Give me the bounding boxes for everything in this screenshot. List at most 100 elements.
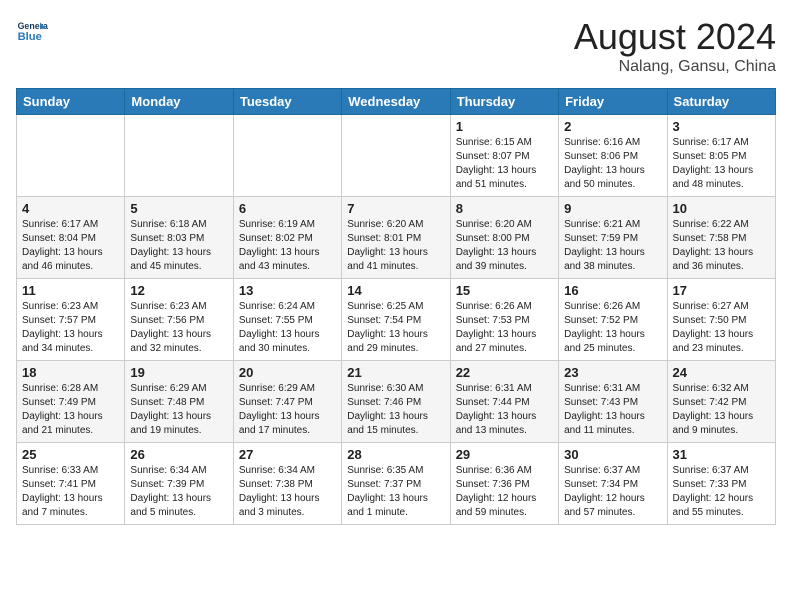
day-number: 13 (239, 283, 336, 298)
week-row-1: 1 Sunrise: 6:15 AM Sunset: 8:07 PM Daylig… (17, 115, 776, 197)
weekday-header-thursday: Thursday (450, 89, 558, 115)
day-number: 5 (130, 201, 227, 216)
day-number: 9 (564, 201, 661, 216)
svg-text:Blue: Blue (18, 31, 42, 43)
weekday-header-tuesday: Tuesday (233, 89, 341, 115)
calendar-cell (17, 115, 125, 197)
day-number: 31 (673, 447, 770, 462)
day-info: Sunrise: 6:29 AM Sunset: 7:47 PM Dayligh… (239, 382, 336, 438)
calendar-cell: 5 Sunrise: 6:18 AM Sunset: 8:03 PM Daylig… (125, 197, 233, 279)
calendar-cell: 9 Sunrise: 6:21 AM Sunset: 7:59 PM Daylig… (559, 197, 667, 279)
day-info: Sunrise: 6:20 AM Sunset: 8:01 PM Dayligh… (347, 218, 444, 274)
day-number: 15 (456, 283, 553, 298)
week-row-4: 18Sunrise: 6:28 AM Sunset: 7:49 PM Dayli… (17, 361, 776, 443)
calendar-cell: 27 Sunrise: 6:34 AM Sunset: 7:38 PM Dayli… (233, 443, 341, 525)
day-info: Sunrise: 6:34 AM Sunset: 7:38 PM Dayligh… (239, 464, 336, 520)
calendar-cell: 30 Sunrise: 6:37 AM Sunset: 7:34 PM Dayli… (559, 443, 667, 525)
day-info: Sunrise: 6:30 AM Sunset: 7:46 PM Dayligh… (347, 382, 444, 438)
calendar-cell: 17 Sunrise: 6:27 AM Sunset: 7:50 PM Dayli… (667, 279, 775, 361)
calendar-cell: 4 Sunrise: 6:17 AM Sunset: 8:04 PM Daylig… (17, 197, 125, 279)
day-info: Sunrise: 6:34 AM Sunset: 7:39 PM Dayligh… (130, 464, 227, 520)
day-number: 7 (347, 201, 444, 216)
weekday-header-monday: Monday (125, 89, 233, 115)
calendar-cell: 24 Sunrise: 6:32 AM Sunset: 7:42 PM Dayli… (667, 361, 775, 443)
calendar-cell: 12 Sunrise: 6:23 AM Sunset: 7:56 PM Dayli… (125, 279, 233, 361)
calendar-cell: 28 Sunrise: 6:35 AM Sunset: 7:37 PM Dayli… (342, 443, 450, 525)
day-info: Sunrise: 6:32 AM Sunset: 7:42 PM Dayligh… (673, 382, 770, 438)
weekday-header-sunday: Sunday (17, 89, 125, 115)
day-number: 27 (239, 447, 336, 462)
day-info: Sunrise: 6:35 AM Sunset: 7:37 PM Dayligh… (347, 464, 444, 520)
weekday-header-row: SundayMondayTuesdayWednesdayThursdayFrid… (17, 89, 776, 115)
day-info: Sunrise: 6:37 AM Sunset: 7:34 PM Dayligh… (564, 464, 661, 520)
day-info: Sunrise: 6:27 AM Sunset: 7:50 PM Dayligh… (673, 300, 770, 356)
calendar: SundayMondayTuesdayWednesdayThursdayFrid… (16, 88, 776, 525)
day-number: 17 (673, 283, 770, 298)
day-info: Sunrise: 6:33 AM Sunset: 7:41 PM Dayligh… (22, 464, 119, 520)
day-number: 22 (456, 365, 553, 380)
day-number: 20 (239, 365, 336, 380)
day-info: Sunrise: 6:26 AM Sunset: 7:52 PM Dayligh… (564, 300, 661, 356)
week-row-3: 11Sunrise: 6:23 AM Sunset: 7:57 PM Dayli… (17, 279, 776, 361)
calendar-cell (342, 115, 450, 197)
calendar-cell: 22 Sunrise: 6:31 AM Sunset: 7:44 PM Dayli… (450, 361, 558, 443)
calendar-cell: 11Sunrise: 6:23 AM Sunset: 7:57 PM Dayli… (17, 279, 125, 361)
day-number: 19 (130, 365, 227, 380)
day-number: 24 (673, 365, 770, 380)
day-info: Sunrise: 6:19 AM Sunset: 8:02 PM Dayligh… (239, 218, 336, 274)
day-number: 23 (564, 365, 661, 380)
calendar-cell: 23 Sunrise: 6:31 AM Sunset: 7:43 PM Dayli… (559, 361, 667, 443)
calendar-cell: 3 Sunrise: 6:17 AM Sunset: 8:05 PM Daylig… (667, 115, 775, 197)
calendar-cell: 8 Sunrise: 6:20 AM Sunset: 8:00 PM Daylig… (450, 197, 558, 279)
day-info: Sunrise: 6:31 AM Sunset: 7:44 PM Dayligh… (456, 382, 553, 438)
day-info: Sunrise: 6:15 AM Sunset: 8:07 PM Dayligh… (456, 136, 553, 192)
day-info: Sunrise: 6:23 AM Sunset: 7:56 PM Dayligh… (130, 300, 227, 356)
weekday-header-friday: Friday (559, 89, 667, 115)
day-info: Sunrise: 6:22 AM Sunset: 7:58 PM Dayligh… (673, 218, 770, 274)
weekday-header-saturday: Saturday (667, 89, 775, 115)
day-number: 25 (22, 447, 119, 462)
day-number: 1 (456, 119, 553, 134)
day-number: 3 (673, 119, 770, 134)
weekday-header-wednesday: Wednesday (342, 89, 450, 115)
day-info: Sunrise: 6:17 AM Sunset: 8:05 PM Dayligh… (673, 136, 770, 192)
day-number: 28 (347, 447, 444, 462)
day-number: 12 (130, 283, 227, 298)
day-number: 11 (22, 283, 119, 298)
day-number: 18 (22, 365, 119, 380)
day-info: Sunrise: 6:21 AM Sunset: 7:59 PM Dayligh… (564, 218, 661, 274)
calendar-cell: 20 Sunrise: 6:29 AM Sunset: 7:47 PM Dayli… (233, 361, 341, 443)
day-number: 21 (347, 365, 444, 380)
day-number: 4 (22, 201, 119, 216)
calendar-cell: 14Sunrise: 6:25 AM Sunset: 7:54 PM Dayli… (342, 279, 450, 361)
day-info: Sunrise: 6:18 AM Sunset: 8:03 PM Dayligh… (130, 218, 227, 274)
calendar-cell: 21 Sunrise: 6:30 AM Sunset: 7:46 PM Dayli… (342, 361, 450, 443)
calendar-cell: 15 Sunrise: 6:26 AM Sunset: 7:53 PM Dayli… (450, 279, 558, 361)
day-number: 6 (239, 201, 336, 216)
day-info: Sunrise: 6:20 AM Sunset: 8:00 PM Dayligh… (456, 218, 553, 274)
calendar-cell: 2Sunrise: 6:16 AM Sunset: 8:06 PM Daylig… (559, 115, 667, 197)
calendar-cell (233, 115, 341, 197)
day-info: Sunrise: 6:24 AM Sunset: 7:55 PM Dayligh… (239, 300, 336, 356)
day-number: 30 (564, 447, 661, 462)
day-number: 29 (456, 447, 553, 462)
day-number: 16 (564, 283, 661, 298)
day-number: 8 (456, 201, 553, 216)
day-info: Sunrise: 6:17 AM Sunset: 8:04 PM Dayligh… (22, 218, 119, 274)
location: Nalang, Gansu, China (574, 58, 776, 76)
month-year: August 2024 (574, 16, 776, 58)
logo: General Blue (16, 16, 48, 48)
day-number: 14 (347, 283, 444, 298)
day-number: 26 (130, 447, 227, 462)
calendar-cell: 19Sunrise: 6:29 AM Sunset: 7:48 PM Dayli… (125, 361, 233, 443)
svg-text:General: General (18, 21, 48, 31)
calendar-cell: 29 Sunrise: 6:36 AM Sunset: 7:36 PM Dayli… (450, 443, 558, 525)
day-info: Sunrise: 6:36 AM Sunset: 7:36 PM Dayligh… (456, 464, 553, 520)
week-row-2: 4 Sunrise: 6:17 AM Sunset: 8:04 PM Daylig… (17, 197, 776, 279)
calendar-cell: 16 Sunrise: 6:26 AM Sunset: 7:52 PM Dayli… (559, 279, 667, 361)
calendar-cell: 31Sunrise: 6:37 AM Sunset: 7:33 PM Dayli… (667, 443, 775, 525)
calendar-cell: 1 Sunrise: 6:15 AM Sunset: 8:07 PM Daylig… (450, 115, 558, 197)
day-info: Sunrise: 6:26 AM Sunset: 7:53 PM Dayligh… (456, 300, 553, 356)
day-number: 10 (673, 201, 770, 216)
day-info: Sunrise: 6:31 AM Sunset: 7:43 PM Dayligh… (564, 382, 661, 438)
